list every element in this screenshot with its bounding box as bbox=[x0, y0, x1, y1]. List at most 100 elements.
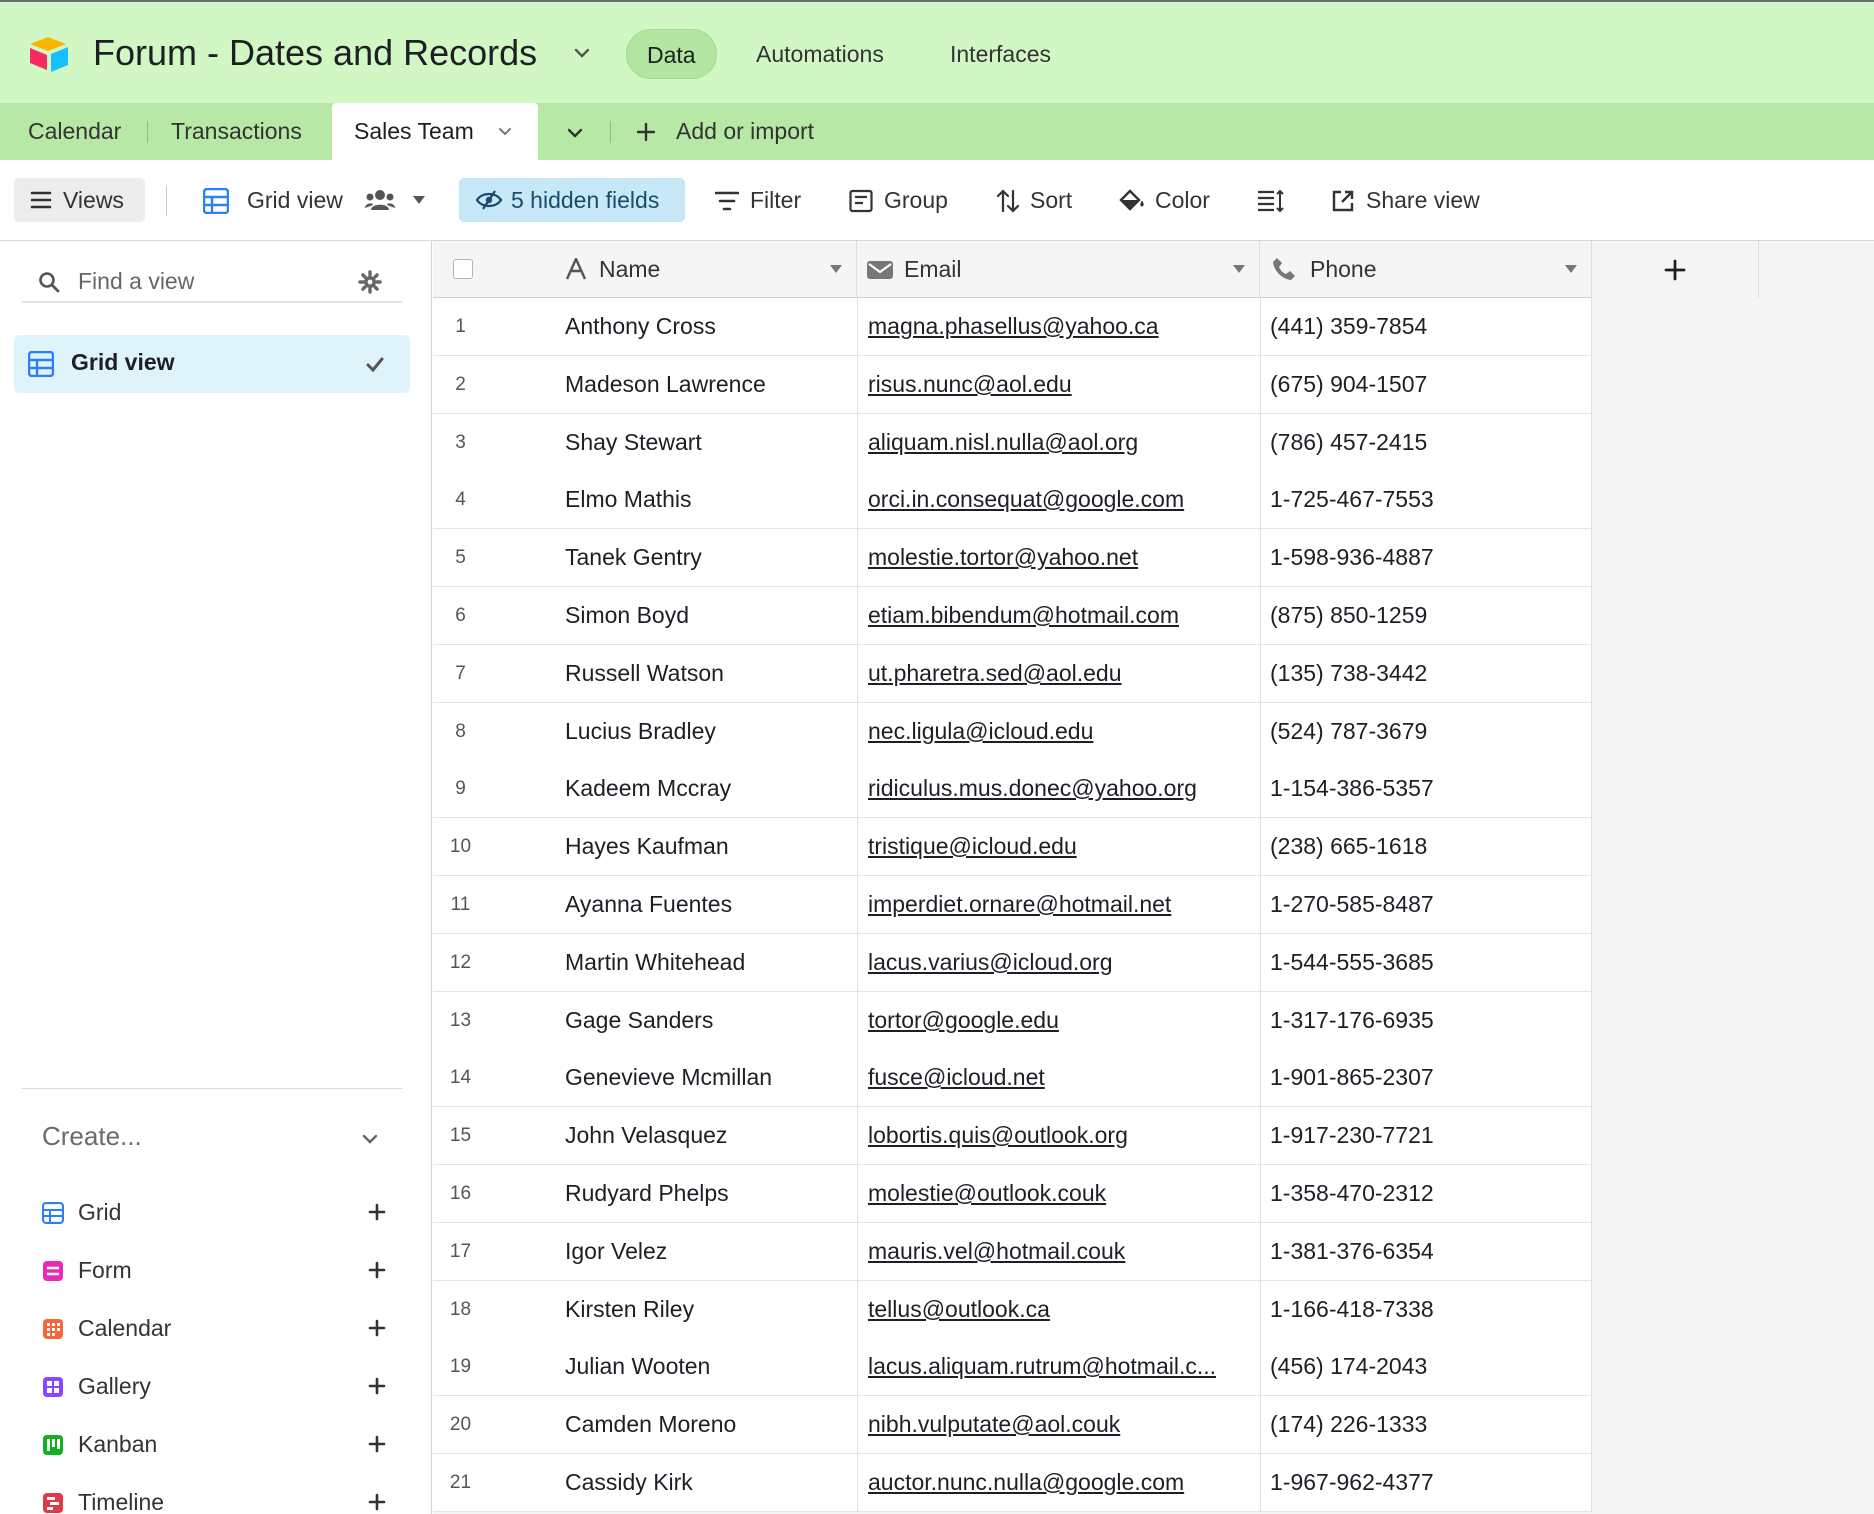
email-cell[interactable]: fusce@icloud.net bbox=[868, 1049, 1268, 1106]
view-switcher[interactable]: Grid view bbox=[203, 178, 433, 222]
table-row[interactable]: 9 Kadeem Mccray ridiculus.mus.donec@yahoo.… bbox=[433, 760, 1592, 818]
name-cell[interactable]: Gage Sanders bbox=[565, 992, 855, 1049]
nav-interfaces[interactable]: Interfaces bbox=[930, 29, 1071, 79]
table-row[interactable]: 18 Kirsten Riley tellus@outlook.ca 1-166-41… bbox=[433, 1281, 1592, 1339]
table-row[interactable]: 2 Madeson Lawrence risus.nunc@aol.edu (675)… bbox=[433, 356, 1592, 414]
table-row[interactable]: 1 Anthony Cross magna.phasellus@yahoo.ca (4… bbox=[433, 298, 1592, 356]
color-button[interactable]: Color bbox=[1118, 178, 1218, 222]
tab-sales-team[interactable]: Sales Team bbox=[332, 103, 538, 161]
caret-down-icon[interactable] bbox=[830, 265, 842, 273]
table-row[interactable]: 13 Gage Sanders tortor@google.edu 1-317-176… bbox=[433, 992, 1592, 1050]
phone-cell[interactable]: (135) 738-3442 bbox=[1270, 645, 1585, 702]
name-cell[interactable]: Simon Boyd bbox=[565, 587, 855, 644]
email-cell[interactable]: molestie@outlook.couk bbox=[868, 1165, 1268, 1222]
name-cell[interactable]: Shay Stewart bbox=[565, 414, 855, 471]
email-cell[interactable]: etiam.bibendum@hotmail.com bbox=[868, 587, 1268, 644]
phone-cell[interactable]: (238) 665-1618 bbox=[1270, 818, 1585, 875]
table-row[interactable]: 3 Shay Stewart aliquam.nisl.nulla@aol.org(… bbox=[433, 414, 1592, 472]
name-cell[interactable]: Madeson Lawrence bbox=[565, 356, 855, 413]
plus-icon[interactable] bbox=[367, 1434, 387, 1454]
name-cell[interactable]: Camden Moreno bbox=[565, 1396, 855, 1453]
group-button[interactable]: Group bbox=[849, 178, 959, 222]
phone-cell[interactable]: 1-270-585-8487 bbox=[1270, 876, 1585, 933]
phone-cell[interactable]: (456) 174-2043 bbox=[1270, 1338, 1585, 1395]
hidden-fields-button[interactable]: 5 hidden fields bbox=[459, 178, 685, 222]
phone-cell[interactable]: 1-154-386-5357 bbox=[1270, 760, 1585, 817]
create-kanban-item[interactable]: Kanban bbox=[42, 1425, 387, 1465]
name-cell[interactable]: Lucius Bradley bbox=[565, 703, 855, 760]
name-cell[interactable]: Kadeem Mccray bbox=[565, 760, 855, 817]
email-cell[interactable]: tristique@icloud.edu bbox=[868, 818, 1268, 875]
header-phone-column[interactable]: Phone bbox=[1260, 241, 1592, 298]
table-row[interactable]: 6 Simon Boyd etiam.bibendum@hotmail.com (87… bbox=[433, 587, 1592, 645]
phone-cell[interactable]: (441) 359-7854 bbox=[1270, 298, 1585, 355]
create-gallery-item[interactable]: Gallery bbox=[42, 1367, 387, 1407]
name-cell[interactable]: John Velasquez bbox=[565, 1107, 855, 1164]
name-cell[interactable]: Genevieve Mcmillan bbox=[565, 1049, 855, 1106]
all-tables-chevron-icon[interactable] bbox=[565, 123, 585, 143]
email-cell[interactable]: molestie.tortor@yahoo.net bbox=[868, 529, 1268, 586]
table-row[interactable]: 19 Julian Wooten lacus.aliquam.rutrum@hotm… bbox=[433, 1338, 1592, 1396]
add-field-button[interactable] bbox=[1592, 241, 1759, 298]
email-cell[interactable]: ridiculus.mus.donec@yahoo.org bbox=[868, 760, 1268, 817]
phone-cell[interactable]: (786) 457-2415 bbox=[1270, 414, 1585, 471]
caret-down-icon[interactable] bbox=[1565, 265, 1577, 273]
phone-cell[interactable]: 1-544-555-3685 bbox=[1270, 934, 1585, 991]
base-title[interactable]: Forum - Dates and Records bbox=[93, 32, 537, 74]
phone-cell[interactable]: (174) 226-1333 bbox=[1270, 1396, 1585, 1453]
email-cell[interactable]: ut.pharetra.sed@aol.edu bbox=[868, 645, 1268, 702]
select-all-checkbox[interactable] bbox=[453, 259, 473, 279]
name-cell[interactable]: Hayes Kaufman bbox=[565, 818, 855, 875]
phone-cell[interactable]: (524) 787-3679 bbox=[1270, 703, 1585, 760]
create-timeline-item[interactable]: Timeline bbox=[42, 1483, 387, 1514]
nav-data[interactable]: Data bbox=[626, 29, 717, 79]
sort-button[interactable]: Sort bbox=[996, 178, 1086, 222]
table-row[interactable]: 16 Rudyard Phelps molestie@outlook.couk 1-3… bbox=[433, 1165, 1592, 1223]
phone-cell[interactable]: (875) 850-1259 bbox=[1270, 587, 1585, 644]
phone-cell[interactable]: 1-967-962-4377 bbox=[1270, 1454, 1585, 1511]
email-cell[interactable]: tellus@outlook.ca bbox=[868, 1281, 1268, 1338]
create-calendar-item[interactable]: Calendar bbox=[42, 1309, 387, 1349]
email-cell[interactable]: lacus.aliquam.rutrum@hotmail.c... bbox=[868, 1338, 1268, 1395]
phone-cell[interactable]: 1-358-470-2312 bbox=[1270, 1165, 1585, 1222]
chevron-down-icon[interactable] bbox=[360, 1129, 380, 1149]
table-row[interactable]: 15 John Velasquez lobortis.quis@outlook.or… bbox=[433, 1107, 1592, 1165]
tab-transactions[interactable]: Transactions bbox=[171, 103, 302, 160]
share-view-button[interactable]: Share view bbox=[1331, 178, 1501, 222]
table-row[interactable]: 17 Igor Velez mauris.vel@hotmail.couk 1-381… bbox=[433, 1223, 1592, 1281]
tab-calendar[interactable]: Calendar bbox=[28, 103, 121, 160]
header-name-column[interactable]: Name bbox=[433, 241, 857, 298]
phone-cell[interactable]: 1-381-376-6354 bbox=[1270, 1223, 1585, 1280]
name-cell[interactable]: Ayanna Fuentes bbox=[565, 876, 855, 933]
airtable-logo-icon[interactable] bbox=[28, 35, 72, 73]
plus-icon[interactable] bbox=[367, 1202, 387, 1222]
name-cell[interactable]: Anthony Cross bbox=[565, 298, 855, 355]
name-cell[interactable]: Julian Wooten bbox=[565, 1338, 855, 1395]
phone-cell[interactable]: (675) 904-1507 bbox=[1270, 356, 1585, 413]
email-cell[interactable]: auctor.nunc.nulla@google.com bbox=[868, 1454, 1268, 1511]
sidebar-item-grid-view[interactable]: Grid view bbox=[14, 335, 410, 393]
table-row[interactable]: 4 Elmo Mathis orci.in.consequat@google.com… bbox=[433, 471, 1592, 529]
name-cell[interactable]: Russell Watson bbox=[565, 645, 855, 702]
add-or-import-button[interactable]: Add or import bbox=[636, 103, 814, 160]
name-cell[interactable]: Kirsten Riley bbox=[565, 1281, 855, 1338]
create-section-label[interactable]: Create... bbox=[42, 1121, 142, 1152]
chevron-down-icon[interactable] bbox=[496, 123, 514, 141]
email-cell[interactable]: magna.phasellus@yahoo.ca bbox=[868, 298, 1268, 355]
phone-cell[interactable]: 1-166-418-7338 bbox=[1270, 1281, 1585, 1338]
table-row[interactable]: 12 Martin Whitehead lacus.varius@icloud.or… bbox=[433, 934, 1592, 992]
email-cell[interactable]: tortor@google.edu bbox=[868, 992, 1268, 1049]
email-cell[interactable]: mauris.vel@hotmail.couk bbox=[868, 1223, 1268, 1280]
plus-icon[interactable] bbox=[367, 1260, 387, 1280]
header-email-column[interactable]: Email bbox=[857, 241, 1260, 298]
email-cell[interactable]: nibh.vulputate@aol.couk bbox=[868, 1396, 1268, 1453]
find-view-input[interactable] bbox=[78, 263, 348, 299]
table-row[interactable]: 20 Camden Moreno nibh.vulputate@aol.couk (1… bbox=[433, 1396, 1592, 1454]
name-cell[interactable]: Cassidy Kirk bbox=[565, 1454, 855, 1511]
phone-cell[interactable]: 1-901-865-2307 bbox=[1270, 1049, 1585, 1106]
create-form-item[interactable]: Form bbox=[42, 1251, 387, 1291]
table-row[interactable]: 5 Tanek Gentry molestie.tortor@yahoo.net 1-… bbox=[433, 529, 1592, 587]
email-cell[interactable]: orci.in.consequat@google.com bbox=[868, 471, 1268, 528]
filter-button[interactable]: Filter bbox=[715, 178, 815, 222]
name-cell[interactable]: Elmo Mathis bbox=[565, 471, 855, 528]
